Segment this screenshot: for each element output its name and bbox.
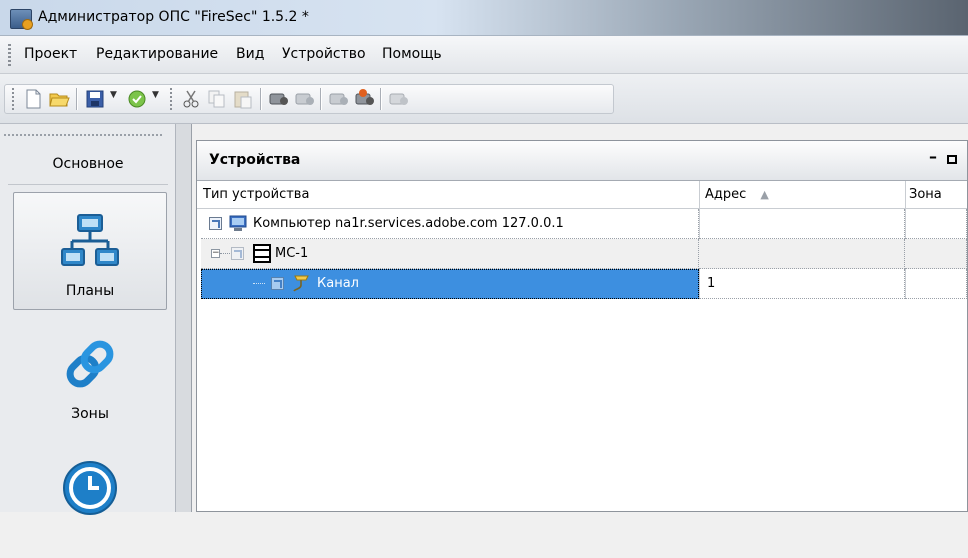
toolbar-separator xyxy=(76,88,77,110)
network-plan-icon xyxy=(61,214,119,266)
device-name: Компьютер na1r.services.adobe.com 127.0.… xyxy=(253,216,564,231)
title-bar: Администратор ОПС "FireSec" 1.5.2 * xyxy=(0,0,968,36)
save-icon[interactable] xyxy=(84,88,106,110)
tree-line xyxy=(220,253,230,254)
panel-header: Устройства – xyxy=(197,141,967,181)
window-title: Администратор ОПС "FireSec" 1.5.2 * xyxy=(38,9,309,25)
device-name: МС-1 xyxy=(275,246,309,261)
nav-header: Основное xyxy=(52,156,124,172)
sort-ascending-icon: ▲ xyxy=(760,188,769,201)
nav-item-zones[interactable]: Зоны xyxy=(13,316,167,434)
column-header-label: Адрес xyxy=(705,187,747,202)
table-row[interactable]: Компьютер na1r.services.adobe.com 127.0.… xyxy=(201,209,967,239)
address-cell[interactable] xyxy=(699,239,905,269)
device-sync-icon[interactable] xyxy=(328,88,350,110)
device-name-cell[interactable]: − МС-1 xyxy=(201,239,699,269)
table-row[interactable]: − МС-1 xyxy=(201,239,967,269)
channel-icon xyxy=(293,275,309,292)
panel-splitter[interactable] xyxy=(176,124,192,512)
cut-icon[interactable] xyxy=(180,88,202,110)
nav-item-label: Планы xyxy=(65,283,115,299)
device-name-cell[interactable]: Компьютер na1r.services.adobe.com 127.0.… xyxy=(201,209,699,239)
toolbar: ▼ ▼ xyxy=(0,74,968,124)
device-write-icon[interactable] xyxy=(294,88,316,110)
check-icon[interactable] xyxy=(126,88,148,110)
menu-device[interactable]: Устройство xyxy=(282,46,366,62)
clock-icon xyxy=(63,461,117,515)
device-disabled-icon[interactable] xyxy=(388,88,410,110)
device-config-icon[interactable] xyxy=(354,88,376,110)
tree-line xyxy=(253,283,265,284)
zone-cell[interactable] xyxy=(905,209,967,239)
column-header-address[interactable]: Адрес ▲ xyxy=(705,187,769,202)
menu-grip xyxy=(8,44,11,66)
check-dropdown-icon[interactable]: ▼ xyxy=(152,90,159,100)
device-read-icon[interactable] xyxy=(268,88,290,110)
toolbar-separator xyxy=(260,88,261,110)
save-dropdown-icon[interactable]: ▼ xyxy=(110,90,117,100)
zone-cell[interactable] xyxy=(905,269,967,299)
computer-icon xyxy=(229,215,247,231)
zone-cell[interactable] xyxy=(905,239,967,269)
paste-icon[interactable] xyxy=(232,88,254,110)
menu-edit[interactable]: Редактирование xyxy=(96,46,218,62)
menu-help[interactable]: Помощь xyxy=(382,46,442,62)
address-cell[interactable]: 1 xyxy=(699,269,905,299)
nav-item-label: Зоны xyxy=(71,406,109,422)
app-icon xyxy=(10,9,33,30)
minimize-icon[interactable]: – xyxy=(929,147,937,166)
chain-link-icon xyxy=(66,340,114,388)
copy-icon[interactable] xyxy=(206,88,228,110)
shortcut-icon xyxy=(231,247,244,260)
toolbar-grip xyxy=(170,88,172,110)
device-address: 1 xyxy=(707,276,716,291)
menu-project[interactable]: Проект xyxy=(24,46,77,62)
grid-header: Тип устройства Адрес ▲ Зона xyxy=(197,181,967,209)
column-header-zone[interactable]: Зона xyxy=(909,187,942,202)
device-name-cell[interactable]: Канал xyxy=(201,269,699,299)
module-icon xyxy=(253,244,271,263)
devices-panel: Устройства – Тип устройства Адрес ▲ Зона… xyxy=(196,140,968,512)
menu-bar: Проект Редактирование Вид Устройство Пом… xyxy=(0,36,968,74)
nav-item-plans[interactable]: Планы xyxy=(13,192,167,310)
toolbar-grip xyxy=(12,88,14,110)
shortcut-icon xyxy=(271,277,284,290)
menu-view[interactable]: Вид xyxy=(236,46,264,62)
collapse-icon[interactable]: − xyxy=(211,249,220,258)
panel-title: Устройства xyxy=(209,152,301,168)
toolbar-separator xyxy=(320,88,321,110)
new-file-icon[interactable] xyxy=(22,88,44,110)
table-row[interactable]: Канал 1 xyxy=(201,269,967,299)
nav-grip xyxy=(4,134,164,136)
address-cell[interactable] xyxy=(699,209,905,239)
device-name: Канал xyxy=(317,276,359,291)
nav-item-journal[interactable] xyxy=(13,440,167,558)
shortcut-icon xyxy=(209,217,222,230)
open-folder-icon[interactable] xyxy=(48,88,70,110)
toolbar-separator xyxy=(380,88,381,110)
nav-divider xyxy=(8,184,168,185)
maximize-icon[interactable] xyxy=(947,155,957,164)
column-header-type[interactable]: Тип устройства xyxy=(203,187,309,202)
left-navigation: Основное Планы Зоны xyxy=(0,124,176,515)
